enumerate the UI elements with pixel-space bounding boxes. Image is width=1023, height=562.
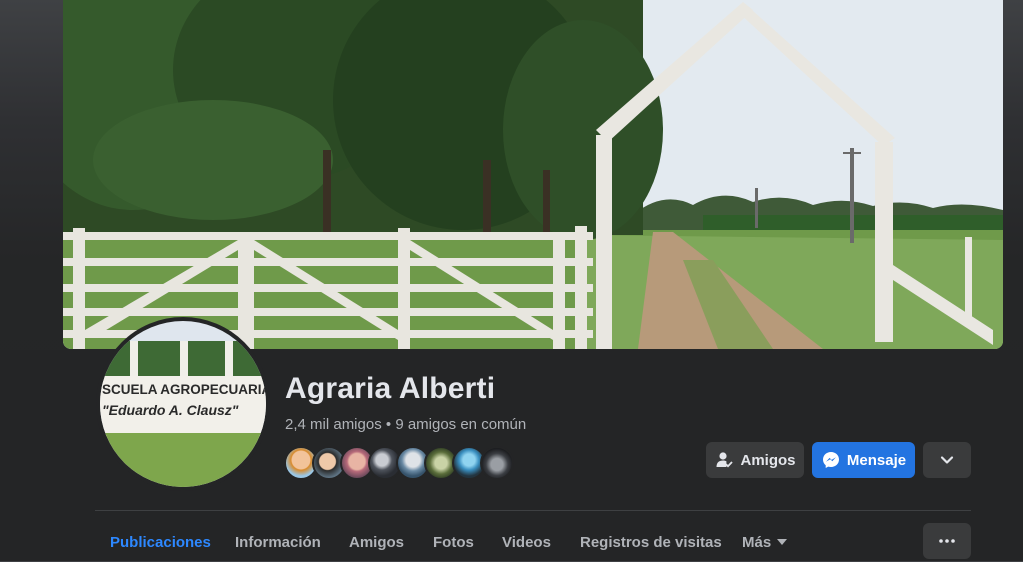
tab-videos[interactable]: Videos [502,522,551,562]
tab-label: Publicaciones [110,533,211,551]
tab-informacion[interactable]: Información [235,522,321,562]
tab-fotos[interactable]: Fotos [433,522,474,562]
tab-label: Información [235,533,321,551]
tab-label: Registros de visitas [580,533,722,551]
tab-publicaciones[interactable]: Publicaciones [110,522,211,562]
tab-label: Amigos [349,533,405,551]
friends-button-label: Amigos [740,451,796,469]
message-button-label: Mensaje [846,451,907,469]
tab-mas[interactable]: Más [742,522,788,562]
profile-name: Agraria Alberti [285,372,496,405]
more-options-button[interactable] [923,523,971,559]
tab-amigos[interactable]: Amigos [349,522,404,562]
mutual-friends-avatars [284,446,524,480]
person-check-icon [714,450,734,470]
section-divider [95,510,971,511]
profile-avatar[interactable]: SCUELA AGROPECUARIA N "Eduardo A. Clausz… [96,317,270,491]
tab-label: Más [742,533,772,551]
messenger-icon [821,450,841,470]
mutual-friends-count[interactable]: 9 amigos en común [395,416,526,433]
friends-button[interactable]: Amigos [706,442,804,478]
avatar-photo: SCUELA AGROPECUARIA N "Eduardo A. Clausz… [100,321,266,487]
mutual-friend-avatar[interactable] [480,446,514,480]
tab-registros-de-visitas[interactable]: Registros de visitas [580,522,722,562]
tab-label: Videos [502,533,551,551]
friends-separator: • [385,416,392,433]
cover-photo[interactable] [63,0,1003,349]
avatar-sign-line-2: "Eduardo A. Clausz" [102,402,239,418]
expand-actions-button[interactable] [923,442,971,478]
chevron-down-icon [937,450,957,470]
caret-down-icon [777,539,788,545]
ellipsis-icon [937,531,957,551]
friends-count[interactable]: 2,4 mil amigos [285,416,382,433]
tab-label: Fotos [433,533,474,551]
friends-summary: 2,4 mil amigos • 9 amigos en común [285,416,526,433]
message-button[interactable]: Mensaje [812,442,915,478]
avatar-sign-line-1: SCUELA AGROPECUARIA N [102,382,266,397]
